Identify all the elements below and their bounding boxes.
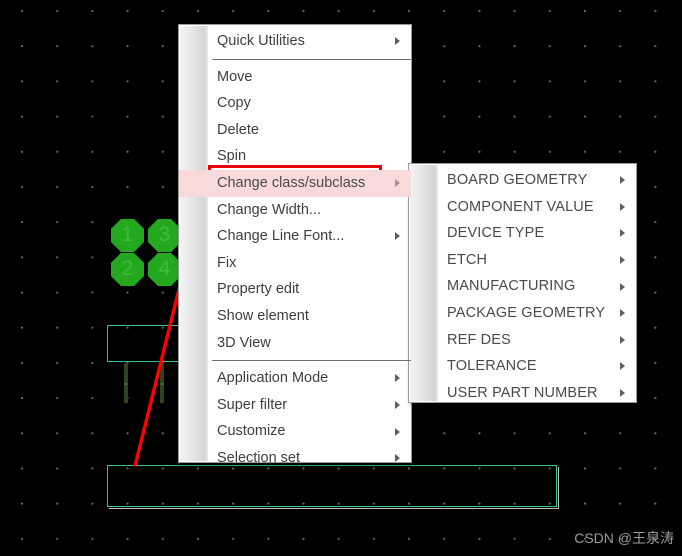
menu-item-label: Application Mode xyxy=(217,370,329,387)
menu-item-label: Show element xyxy=(217,307,309,324)
menu-item-label: Change Width... xyxy=(217,201,321,218)
trace-midpoint-dot xyxy=(161,383,163,385)
menu-item-fix[interactable]: Fix xyxy=(179,250,411,277)
menu-item-super-filter[interactable]: Super filter xyxy=(179,392,411,419)
submenu-item-etch[interactable]: ETCH xyxy=(409,247,636,274)
context-menu-list[interactable]: Quick Utilities Move Copy Delete Spin Change … xyxy=(179,25,411,475)
chevron-right-icon xyxy=(620,202,625,211)
menu-item-selection-set[interactable]: Selection set xyxy=(179,445,411,472)
submenu-item-component-value[interactable]: COMPONENT VALUE xyxy=(409,194,636,221)
menu-item-application-mode[interactable]: Application Mode xyxy=(179,365,411,392)
pad-number-label: 3 xyxy=(158,223,171,246)
pad-number-label: 1 xyxy=(121,223,134,246)
menu-item-property-edit[interactable]: Property edit xyxy=(179,276,411,303)
menu-item-label: Copy xyxy=(217,95,251,112)
menu-item-label: Property edit xyxy=(217,281,300,298)
menu-item-customize[interactable]: Customize xyxy=(179,418,411,445)
menu-item-label: Selection set xyxy=(217,449,301,466)
pcb-pad-2[interactable]: 2 xyxy=(111,253,144,286)
menu-item-quick-utilities[interactable]: Quick Utilities xyxy=(179,28,411,55)
menu-item-label: TOLERANCE xyxy=(447,358,537,375)
chevron-right-icon xyxy=(620,309,625,318)
menu-item-label: Customize xyxy=(217,423,286,440)
menu-item-label: Fix xyxy=(217,254,237,271)
menu-item-label: ETCH xyxy=(447,251,488,268)
menu-item-3d-view[interactable]: 3D View xyxy=(179,330,411,357)
menu-item-delete[interactable]: Delete xyxy=(179,117,411,144)
menu-item-label: REF DES xyxy=(447,331,511,348)
chevron-right-icon xyxy=(395,37,400,46)
menu-separator xyxy=(212,58,411,60)
menu-item-change-width[interactable]: Change Width... xyxy=(179,197,411,224)
pcb-pad-4[interactable]: 4 xyxy=(148,253,181,286)
menu-item-label: 3D View xyxy=(217,334,271,351)
chevron-right-icon xyxy=(620,389,625,398)
submenu-item-manufacturing[interactable]: MANUFACTURING xyxy=(409,273,636,300)
menu-item-change-line-font[interactable]: Change Line Font... xyxy=(179,223,411,250)
submenu-item-user-part-number[interactable]: USER PART NUMBER xyxy=(409,380,636,407)
menu-item-copy[interactable]: Copy xyxy=(179,90,411,117)
chevron-right-icon xyxy=(620,176,625,185)
menu-item-label: Spin xyxy=(217,148,247,165)
menu-item-label: PACKAGE GEOMETRY xyxy=(447,304,606,321)
chevron-right-icon xyxy=(395,374,400,383)
chevron-right-icon xyxy=(395,454,400,463)
menu-item-show-element[interactable]: Show element xyxy=(179,303,411,330)
chevron-right-icon xyxy=(395,401,400,410)
menu-item-label: Change class/subclass xyxy=(217,174,366,191)
pad-number-label: 2 xyxy=(121,257,134,280)
menu-separator xyxy=(212,360,411,362)
submenu-item-board-geometry[interactable]: BOARD GEOMETRY xyxy=(409,167,636,194)
submenu-item-package-geometry[interactable]: PACKAGE GEOMETRY xyxy=(409,300,636,327)
submenu-item-tolerance[interactable]: TOLERANCE xyxy=(409,353,636,380)
chevron-right-icon xyxy=(395,427,400,436)
menu-item-label: Super filter xyxy=(217,396,288,413)
menu-item-label: Delete xyxy=(217,121,259,138)
context-menu[interactable]: Quick Utilities Move Copy Delete Spin Change … xyxy=(178,24,412,466)
chevron-right-icon xyxy=(620,256,625,265)
trace-midpoint-dot xyxy=(125,383,127,385)
menu-item-move[interactable]: Move xyxy=(179,64,411,91)
submenu-list[interactable]: BOARD GEOMETRY COMPONENT VALUE DEVICE TYPE… xyxy=(409,164,636,409)
chevron-right-icon xyxy=(620,229,625,238)
watermark: CSDN @王泉涛 xyxy=(574,530,674,546)
menu-item-label: BOARD GEOMETRY xyxy=(447,172,588,188)
menu-item-label: DEVICE TYPE xyxy=(447,225,545,242)
submenu-item-device-type[interactable]: DEVICE TYPE xyxy=(409,220,636,247)
chevron-right-icon xyxy=(395,232,400,241)
menu-item-label: MANUFACTURING xyxy=(447,278,576,295)
menu-item-label: COMPONENT VALUE xyxy=(447,198,594,215)
chevron-right-icon xyxy=(620,335,625,344)
menu-item-label: USER PART NUMBER xyxy=(447,384,598,401)
menu-item-label: Quick Utilities xyxy=(217,33,305,49)
menu-item-label: Change Line Font... xyxy=(217,228,345,245)
menu-item-label: Move xyxy=(217,68,253,85)
change-class-subclass-submenu[interactable]: BOARD GEOMETRY COMPONENT VALUE DEVICE TYPE… xyxy=(408,163,637,403)
chevron-right-icon xyxy=(620,282,625,291)
pad-number-label: 4 xyxy=(158,257,171,280)
menu-item-spin[interactable]: Spin xyxy=(179,143,411,170)
chevron-right-icon xyxy=(620,362,625,371)
menu-item-change-class-subclass[interactable]: Change class/subclass xyxy=(179,169,411,197)
submenu-item-ref-des[interactable]: REF DES xyxy=(409,327,636,354)
chevron-right-icon xyxy=(395,179,400,188)
